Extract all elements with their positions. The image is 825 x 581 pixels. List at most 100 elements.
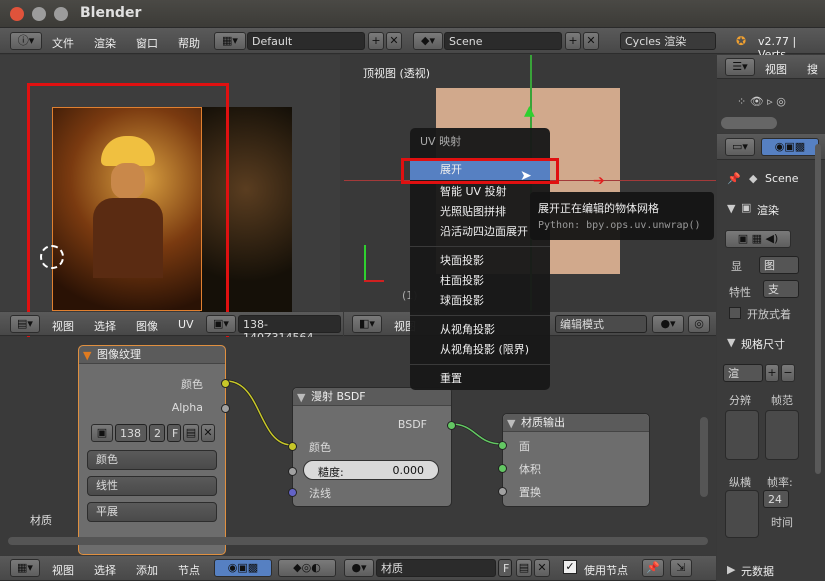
material-output-node[interactable]: 材质输出 ▼ 面 体积 置换	[498, 413, 650, 507]
node-editor[interactable]: 材质 图像纹理 ▼ 颜色 Alpha ▣ 138 2 F ▤ ✕ 颜色 线性 平…	[0, 337, 716, 555]
frame-rate-select[interactable]: 24	[763, 490, 789, 508]
outliner-type-icon[interactable]: ☰▾	[725, 58, 755, 76]
material-name-field[interactable]: 材质	[376, 559, 496, 577]
image-name-field[interactable]: 138-140Z314564	[238, 315, 341, 344]
menu-item-cube-projection[interactable]: 块面投影	[410, 251, 550, 271]
menu-item-project-from-view-bounds[interactable]: 从视角投影 (限界)	[410, 340, 550, 360]
menu-help[interactable]: 帮助	[178, 35, 200, 51]
context-tabs[interactable]: ◉▣▩	[761, 138, 819, 156]
menu-item-project-from-view[interactable]: 从视角投影	[410, 320, 550, 340]
menu-item-cylinder-projection[interactable]: 柱面投影	[410, 271, 550, 291]
node-menu-add[interactable]: 添加	[136, 562, 158, 578]
close-window-button[interactable]	[10, 7, 24, 21]
uv-menu-uv[interactable]: UV	[178, 318, 194, 331]
uv-menu-select[interactable]: 选择	[94, 318, 116, 334]
projection-select[interactable]: 平展	[87, 502, 217, 522]
properties-scrollbar[interactable]	[815, 144, 821, 474]
preset-remove-button[interactable]: −	[781, 364, 795, 382]
image-num-field[interactable]: 138	[115, 424, 147, 442]
collapse-arrow-icon[interactable]: ▶	[727, 563, 735, 576]
add-layout-button[interactable]: +	[368, 32, 384, 50]
node-menu-node[interactable]: 节点	[178, 562, 200, 578]
outliner-menu-view[interactable]: 视图	[765, 61, 787, 77]
color-output-socket[interactable]	[221, 379, 230, 388]
resolution-fields[interactable]	[725, 410, 759, 460]
shader-type-buttons[interactable]: ◉▣▩	[214, 559, 272, 577]
image-unlink-icon[interactable]: ✕	[201, 424, 215, 442]
roughness-input-socket[interactable]	[288, 467, 297, 476]
scene-icon[interactable]: ◆▾	[413, 32, 443, 50]
layout-icon[interactable]: ▦▾	[214, 32, 246, 50]
node-menu-select[interactable]: 选择	[94, 562, 116, 578]
collapse-arrow-icon[interactable]: ▼	[507, 417, 515, 430]
alpha-output-socket[interactable]	[221, 404, 230, 413]
pin-icon[interactable]: 📌	[642, 559, 664, 577]
properties-type-icon[interactable]: ▭▾	[725, 138, 755, 156]
menu-item-lightmap[interactable]: 光照贴图拼排	[410, 202, 550, 222]
add-scene-button[interactable]: +	[565, 32, 581, 50]
outliner-scrollbar[interactable]	[721, 117, 777, 129]
use-nodes-checkbox[interactable]: ✓	[563, 560, 577, 574]
frame-range-fields[interactable]	[765, 410, 799, 460]
node-h-scrollbar[interactable]	[8, 537, 708, 545]
render-buttons[interactable]: ▣ ▦ ◀)	[725, 230, 791, 248]
diffuse-bsdf-node[interactable]: 漫射 BSDF ▼ BSDF 颜色 糙度: 0.000 法线	[288, 387, 456, 507]
image-texture-node[interactable]: 图像纹理 ▼ 颜色 Alpha ▣ 138 2 F ▤ ✕ 颜色 线性 平展	[78, 345, 230, 555]
3d-editor-type-icon[interactable]: ◧▾	[352, 315, 382, 333]
image-browse-icon[interactable]: ▣▾	[206, 315, 236, 333]
render-preset-select[interactable]: 渲	[723, 364, 763, 382]
image-browse-node-icon[interactable]: ▣	[91, 424, 113, 442]
render-panel-label[interactable]: 渲染	[757, 202, 779, 218]
roughness-slider[interactable]: 糙度: 0.000	[303, 460, 439, 480]
dimensions-label[interactable]: 规格尺寸	[741, 336, 785, 352]
color-space-select[interactable]: 颜色	[87, 450, 217, 470]
collapse-arrow-icon[interactable]: ▼	[297, 391, 305, 404]
menu-item-follow-quads[interactable]: 沿活动四边面展开	[410, 222, 550, 242]
pivot-icon[interactable]: ◎	[688, 315, 710, 333]
displacement-input-socket[interactable]	[498, 487, 507, 496]
menu-item-reset[interactable]: 重置	[410, 369, 550, 389]
image-open-icon[interactable]: ▤	[183, 424, 199, 442]
node-scrollbar[interactable]	[700, 417, 708, 497]
node-menu-view[interactable]: 视图	[52, 562, 74, 578]
mode-select[interactable]: 编辑模式	[555, 315, 647, 333]
interpolation-select[interactable]: 线性	[87, 476, 217, 496]
menu-window[interactable]: 窗口	[136, 35, 158, 51]
object-world-buttons[interactable]: ◆◎◐	[278, 559, 336, 577]
remove-scene-button[interactable]: ✕	[583, 32, 599, 50]
snap-icon[interactable]: ⇲	[670, 559, 692, 577]
surface-input-socket[interactable]	[498, 441, 507, 450]
color-input-socket[interactable]	[288, 442, 297, 451]
open-shading-checkbox[interactable]	[729, 307, 741, 319]
normal-input-socket[interactable]	[288, 488, 297, 497]
uv-editor-type-icon[interactable]: ▤▾	[10, 315, 40, 333]
menu-file[interactable]: 文件	[52, 35, 74, 51]
pin-icon[interactable]: 📌	[727, 172, 741, 185]
metadata-label[interactable]: 元数据	[741, 563, 774, 579]
image-fake-button[interactable]: F	[167, 424, 181, 442]
render-engine-select[interactable]: Cycles 渲染	[620, 32, 716, 50]
bsdf-output-socket[interactable]	[447, 421, 456, 430]
node-editor-type-icon[interactable]: ▦▾	[10, 559, 40, 577]
outliner-menu-search[interactable]: 搜	[807, 61, 818, 77]
volume-input-socket[interactable]	[498, 464, 507, 473]
collapse-arrow-icon[interactable]: ▼	[83, 349, 91, 362]
image-users-field[interactable]: 2	[149, 424, 165, 442]
material-browse-icon[interactable]: ●▾	[344, 559, 374, 577]
collapse-arrow-icon[interactable]: ▼	[727, 202, 735, 215]
uv-editor-viewport[interactable]	[0, 55, 340, 340]
menu-item-sphere-projection[interactable]: 球面投影	[410, 291, 550, 311]
outliner[interactable]: ☰▾ 视图 搜 ⁘ 👁 ▹ ◎	[717, 55, 825, 133]
visibility-icons[interactable]: ⁘ 👁 ▹ ◎	[737, 95, 786, 108]
maximize-window-button[interactable]	[54, 7, 68, 21]
minimize-window-button[interactable]	[32, 7, 46, 21]
material-new-icon[interactable]: ▤	[516, 559, 532, 577]
properties-panel[interactable]: ▭▾ ◉▣▩ 📌 ◆ Scene ▼ ▣ 渲染 ▣ ▦ ◀) 显 图 特性 支 …	[717, 134, 825, 581]
editor-type-button[interactable]: ⓘ▾	[10, 32, 42, 50]
uv-menu-image[interactable]: 图像	[136, 318, 158, 334]
remove-layout-button[interactable]: ✕	[386, 32, 402, 50]
shading-select-icon[interactable]: ●▾	[652, 315, 684, 333]
material-fake-button[interactable]: F	[498, 559, 512, 577]
material-unlink-icon[interactable]: ✕	[534, 559, 550, 577]
menu-render[interactable]: 渲染	[94, 35, 116, 51]
